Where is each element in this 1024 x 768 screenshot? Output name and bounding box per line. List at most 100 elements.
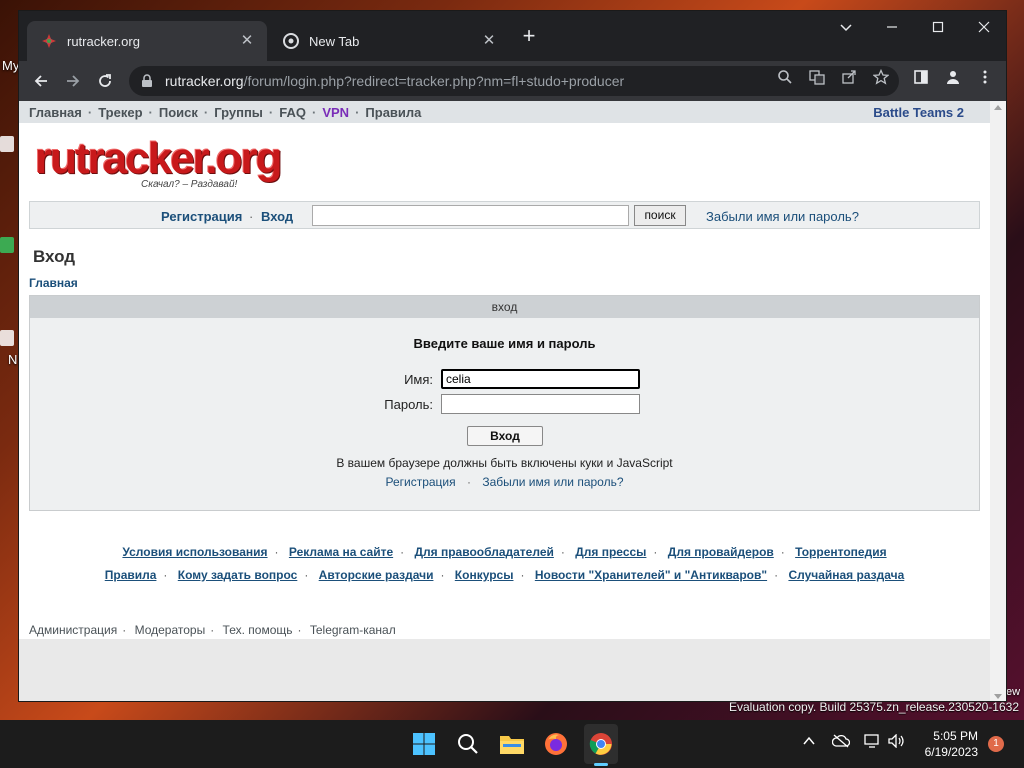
desktop-icon[interactable]: [0, 237, 14, 253]
menu-kebab-icon[interactable]: [976, 68, 994, 86]
search-bar: Регистрация · Вход поиск Забыли имя или …: [29, 201, 980, 229]
zoom-search-icon[interactable]: [776, 68, 794, 86]
close-window-icon[interactable]: [961, 11, 1006, 43]
bottom-links: Администрация · Модераторы · Тех. помощь · …: [29, 623, 396, 637]
site-logo[interactable]: rutracker.org Скачал? – Раздавай!: [35, 134, 282, 191]
share-icon[interactable]: [840, 68, 858, 86]
lock-icon[interactable]: [141, 74, 155, 88]
file-explorer-icon[interactable]: [498, 730, 526, 758]
nav-separator: ·: [203, 104, 209, 120]
nav-groups[interactable]: Группы: [214, 105, 263, 120]
footer-link[interactable]: Кому задать вопрос: [178, 568, 298, 582]
clock-date: 6/19/2023: [924, 745, 978, 759]
maximize-icon[interactable]: [915, 11, 961, 43]
link-separator: ·: [440, 568, 445, 582]
side-panel-icon[interactable]: [912, 68, 930, 86]
clock-time: 5:05 PM: [933, 729, 978, 743]
new-tab-button[interactable]: +: [517, 25, 541, 49]
top-navigation: Главная · Трекер · Поиск · Группы · FAQ · VPN…: [19, 101, 990, 123]
username-field[interactable]: celia: [441, 369, 640, 389]
nav-separator: ·: [87, 104, 93, 120]
translate-icon[interactable]: [808, 68, 826, 86]
tab-close-icon[interactable]: ✕: [481, 33, 497, 49]
link-separator: ·: [210, 623, 215, 637]
clock[interactable]: 5:05 PM 6/19/2023: [910, 728, 978, 760]
evaluation-watermark: Evaluation copy. Build 25375.zn_release.…: [729, 700, 1019, 714]
nav-rules[interactable]: Правила: [365, 105, 421, 120]
breadcrumb-home[interactable]: Главная: [29, 276, 78, 290]
volume-icon[interactable]: [888, 733, 906, 751]
username-label: Имя:: [404, 372, 433, 387]
bottom-link[interactable]: Telegram-канал: [310, 623, 396, 637]
footer-link[interactable]: Для прессы: [575, 545, 646, 559]
forgot-password-link[interactable]: Забыли имя или пароль?: [706, 209, 859, 224]
active-indicator: [594, 763, 608, 766]
bottom-link[interactable]: Тех. помощь: [223, 623, 293, 637]
tab-close-icon[interactable]: ✕: [239, 33, 255, 49]
browser-window: rutracker.org ✕ New Tab ✕ + rutracker.or…: [18, 10, 1007, 702]
scroll-down-icon[interactable]: [994, 694, 1002, 699]
tab-strip: rutracker.org ✕ New Tab ✕ +: [19, 11, 1006, 61]
login-link[interactable]: Вход: [261, 209, 293, 224]
forward-icon[interactable]: [59, 67, 87, 95]
logo-wordmark: rutracker.org: [35, 134, 282, 183]
scroll-up-icon[interactable]: [994, 105, 1002, 110]
url-host: rutracker.org: [165, 73, 244, 89]
page-title: Вход: [33, 247, 76, 266]
notification-badge[interactable]: 1: [988, 736, 1004, 752]
start-icon[interactable]: [410, 730, 438, 758]
minimize-icon[interactable]: [869, 11, 915, 43]
register-link[interactable]: Регистрация: [385, 475, 455, 489]
footer-links-row-1: Условия использования · Реклама на сайте ·…: [19, 545, 990, 559]
register-link[interactable]: Регистрация: [161, 209, 242, 224]
forgot-password-link[interactable]: Забыли имя или пароль?: [482, 475, 623, 489]
footer-link[interactable]: Конкурсы: [455, 568, 514, 582]
tab-search-icon[interactable]: [823, 11, 869, 43]
footer-link[interactable]: Для правообладателей: [414, 545, 553, 559]
nav-separator: ·: [311, 104, 317, 120]
bottom-link[interactable]: Администрация: [29, 623, 117, 637]
footer-link[interactable]: Правила: [105, 568, 157, 582]
search-input[interactable]: [312, 205, 629, 226]
nav-faq[interactable]: FAQ: [279, 105, 306, 120]
footer-link[interactable]: Условия использования: [122, 545, 267, 559]
link-separator: ·: [520, 568, 525, 582]
profile-icon[interactable]: [944, 68, 962, 86]
reload-icon[interactable]: [91, 67, 119, 95]
footer-link[interactable]: Для провайдеров: [668, 545, 774, 559]
search-icon[interactable]: [454, 730, 482, 758]
back-icon[interactable]: [27, 67, 55, 95]
link-separator: ·: [774, 568, 779, 582]
link-separator: ·: [122, 623, 127, 637]
link-separator: ·: [466, 475, 471, 489]
search-button[interactable]: поиск: [634, 205, 686, 226]
vertical-scrollbar[interactable]: [990, 101, 1006, 701]
footer-link[interactable]: Авторские раздачи: [319, 568, 434, 582]
firefox-icon[interactable]: [542, 730, 570, 758]
chrome-icon[interactable]: [587, 730, 615, 758]
footer-link[interactable]: Случайная раздача: [788, 568, 904, 582]
footer-link[interactable]: Новости "Хранителей" и "Антикваров": [535, 568, 767, 582]
nav-search[interactable]: Поиск: [159, 105, 198, 120]
nav-battle-teams[interactable]: Battle Teams 2: [873, 105, 964, 120]
password-field[interactable]: [441, 394, 640, 414]
tab-rutracker[interactable]: rutracker.org ✕: [27, 21, 267, 61]
bottom-link[interactable]: Модераторы: [135, 623, 206, 637]
page-viewport[interactable]: Главная · Трекер · Поиск · Группы · FAQ · VPN…: [19, 101, 1006, 701]
network-icon[interactable]: [864, 734, 882, 751]
desktop-icon[interactable]: [0, 330, 14, 346]
desktop-label-my: My: [2, 58, 20, 73]
footer-link[interactable]: Торрентопедия: [795, 545, 886, 559]
desktop-icon[interactable]: [0, 136, 14, 152]
nav-tracker[interactable]: Трекер: [98, 105, 142, 120]
cloud-offline-icon[interactable]: [831, 734, 851, 751]
tray-chevron-icon[interactable]: [802, 734, 816, 751]
rutracker-page: Главная · Трекер · Поиск · Группы · FAQ · VPN…: [19, 101, 990, 701]
nav-vpn[interactable]: VPN: [322, 105, 349, 120]
tab-new-tab[interactable]: New Tab ✕: [269, 21, 509, 61]
footer-link[interactable]: Реклама на сайте: [289, 545, 393, 559]
bookmark-star-icon[interactable]: [872, 68, 890, 86]
login-submit-button[interactable]: Вход: [467, 426, 543, 446]
nav-home[interactable]: Главная: [29, 105, 82, 120]
rutracker-favicon-icon: [41, 33, 57, 49]
